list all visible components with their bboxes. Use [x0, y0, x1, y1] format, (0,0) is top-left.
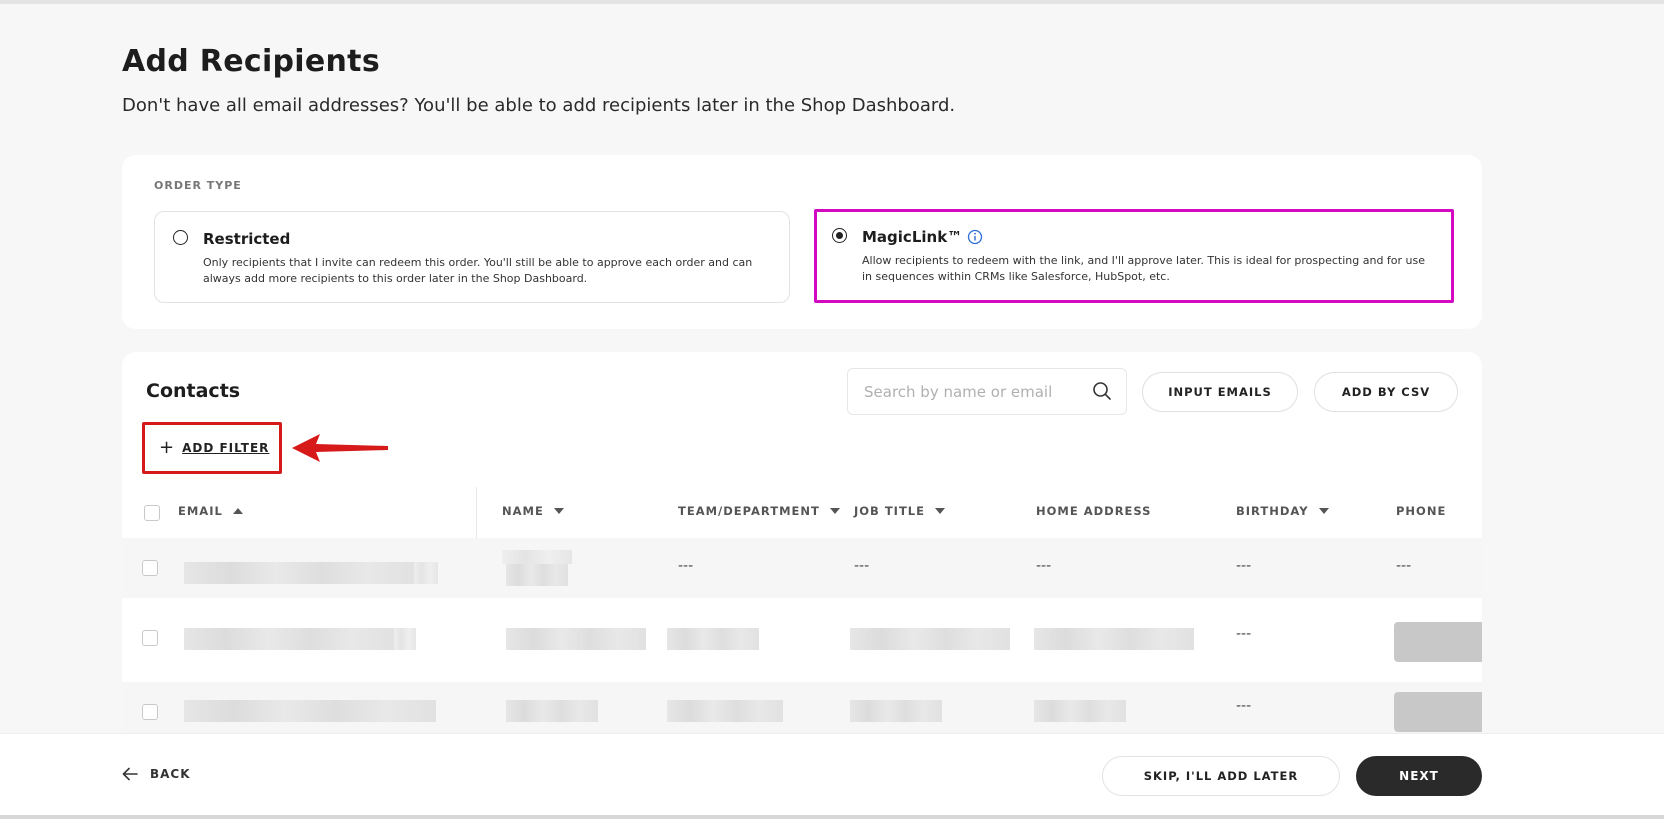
birthday-value: --- [1236, 558, 1252, 574]
input-emails-button[interactable]: INPUT EMAILS [1142, 372, 1298, 412]
column-team-department-label: TEAM/DEPARTMENT [678, 504, 820, 518]
column-home-address: HOME ADDRESS [1036, 504, 1151, 518]
back-button[interactable]: BACK [122, 767, 191, 781]
redacted-job-title [850, 628, 1010, 650]
footer-bar: BACK SKIP, I'LL ADD LATER NEXT [0, 733, 1664, 819]
column-phone-label: PHONE [1396, 504, 1447, 518]
home-address-value: --- [1036, 558, 1052, 574]
magiclink-description: Allow recipients to redeem with the link… [862, 254, 1426, 283]
redacted-phone [1394, 622, 1482, 662]
order-option-restricted[interactable]: Restricted Only recipients that I invite… [154, 211, 790, 303]
row-checkbox[interactable] [142, 560, 158, 576]
column-job-title-label: JOB TITLE [854, 504, 925, 518]
redacted-name [506, 628, 646, 650]
sort-ascending-icon [232, 508, 243, 514]
annotation-arrow-icon [292, 434, 388, 462]
page-title: Add Recipients [122, 44, 380, 79]
sort-descending-icon [1318, 508, 1329, 514]
redacted-email [394, 628, 416, 650]
redacted-home-address [1034, 700, 1126, 722]
add-by-csv-button[interactable]: ADD BY CSV [1314, 372, 1458, 412]
redacted-email [184, 562, 414, 584]
skip-button[interactable]: SKIP, I'LL ADD LATER [1102, 756, 1340, 796]
column-name-label: NAME [502, 504, 544, 518]
order-option-magiclink[interactable]: MagicLink™ Allow recipients to redeem wi… [814, 209, 1454, 303]
job-title-value: --- [854, 558, 870, 574]
select-all-checkbox[interactable] [144, 505, 160, 521]
column-birthday[interactable]: BIRTHDAY [1236, 504, 1329, 518]
column-email-label: EMAIL [178, 504, 223, 518]
table-header: EMAIL NAME TEAM/DEPARTMENT JOB TITLE HOM… [122, 490, 1482, 534]
contacts-card: Contacts INPUT EMAILS ADD BY CSV + ADD F… [122, 352, 1482, 772]
redacted-name [502, 550, 572, 564]
column-phone: PHONE [1396, 504, 1446, 518]
redacted-email [414, 562, 438, 584]
sort-descending-icon [829, 508, 840, 514]
column-name[interactable]: NAME [502, 504, 564, 518]
sort-descending-icon [553, 508, 564, 514]
search-icon[interactable] [1092, 381, 1112, 401]
contacts-title: Contacts [146, 380, 241, 402]
redacted-team [667, 628, 759, 650]
magiclink-title: MagicLink™ [862, 228, 963, 246]
add-filter-highlight: + ADD FILTER [142, 422, 282, 474]
bottom-rule [0, 815, 1664, 819]
arrow-left-icon [122, 767, 138, 781]
column-email[interactable]: EMAIL [178, 504, 243, 518]
redacted-email [184, 700, 436, 722]
row-checkbox[interactable] [142, 630, 158, 646]
order-type-label: ORDER TYPE [154, 179, 242, 192]
plus-icon: + [159, 437, 175, 458]
add-filter-button[interactable]: + ADD FILTER [159, 439, 269, 457]
magiclink-radio[interactable] [832, 228, 847, 243]
redacted-team [667, 700, 783, 722]
search-box [847, 368, 1127, 415]
redacted-home-address [1034, 628, 1194, 650]
restricted-title: Restricted [203, 230, 291, 248]
phone-value: --- [1396, 558, 1412, 574]
search-input[interactable] [864, 381, 1084, 403]
table-row[interactable]: --- --- --- --- --- [122, 538, 1482, 598]
order-type-card: ORDER TYPE Restricted Only recipients th… [122, 155, 1482, 329]
column-home-address-label: HOME ADDRESS [1036, 504, 1152, 518]
redacted-name [506, 564, 568, 586]
birthday-value: --- [1236, 698, 1252, 714]
team-department-value: --- [678, 558, 694, 574]
restricted-description: Only recipients that I invite can redeem… [203, 256, 753, 285]
page-subtitle: Don't have all email addresses? You'll b… [122, 95, 956, 116]
redacted-email [184, 628, 394, 650]
birthday-value: --- [1236, 626, 1252, 642]
redacted-phone [1394, 692, 1482, 732]
column-job-title[interactable]: JOB TITLE [854, 504, 945, 518]
info-icon[interactable] [967, 229, 983, 245]
add-filter-label: ADD FILTER [182, 441, 270, 455]
restricted-radio[interactable] [173, 230, 188, 245]
redacted-job-title [850, 700, 942, 722]
column-team-department[interactable]: TEAM/DEPARTMENT [678, 504, 840, 518]
column-birthday-label: BIRTHDAY [1236, 504, 1309, 518]
table-row[interactable]: --- [122, 602, 1482, 682]
next-button[interactable]: NEXT [1356, 756, 1482, 796]
redacted-name [506, 700, 598, 722]
row-checkbox[interactable] [142, 704, 158, 720]
sort-descending-icon [934, 508, 945, 514]
top-rule [0, 0, 1664, 4]
back-label: BACK [150, 767, 191, 781]
